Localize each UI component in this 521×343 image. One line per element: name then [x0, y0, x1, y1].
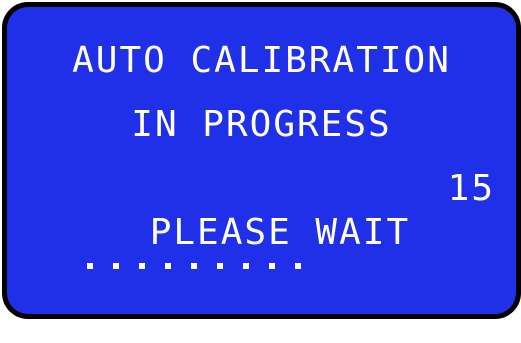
- progress-dot: [165, 263, 171, 269]
- wait-message: PLEASE WAIT 15: [55, 167, 495, 253]
- progress-dot: [87, 263, 93, 269]
- progress-dot: [113, 263, 119, 269]
- progress-dot: [139, 263, 145, 269]
- status-subtitle: IN PROGRESS: [131, 104, 392, 145]
- progress-dot: [191, 263, 197, 269]
- progress-dot: [269, 263, 275, 269]
- lcd-display: AUTO CALIBRATION IN PROGRESS PLEASE WAIT…: [2, 2, 521, 319]
- wait-label: PLEASE WAIT: [149, 212, 411, 253]
- progress-dot: [243, 263, 249, 269]
- progress-dot: [295, 263, 301, 269]
- status-title: AUTO CALIBRATION: [72, 40, 451, 81]
- progress-dots: [87, 263, 301, 269]
- countdown-value: 15: [447, 168, 495, 209]
- progress-dot: [217, 263, 223, 269]
